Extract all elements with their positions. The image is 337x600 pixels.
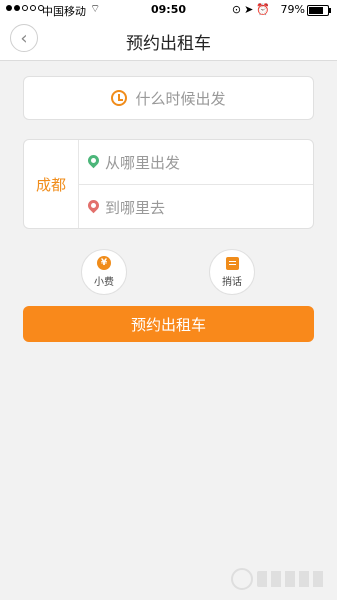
destination-pin-icon: [85, 197, 102, 215]
battery-percent: 79%: [280, 3, 305, 16]
departure-time-label: 什么时候出发: [135, 89, 226, 108]
note-icon: [225, 256, 239, 270]
page-title: 预约出租车: [126, 34, 211, 54]
to-location-placeholder: 到哪里去: [105, 198, 166, 217]
from-location-field[interactable]: 从哪里出发: [78, 140, 313, 185]
start-pin-icon: [85, 152, 102, 170]
tip-label: 小费: [94, 277, 114, 288]
battery-icon: [307, 5, 331, 16]
nav-bar: ‹ 预约出租车: [0, 20, 337, 61]
watermark-badge-icon: [231, 568, 253, 590]
to-location-field[interactable]: 到哪里去: [78, 185, 313, 229]
message-label: 捎话: [222, 276, 242, 288]
yen-icon: ¥: [97, 256, 111, 270]
route-card: 成都 从哪里出发 到哪里去: [23, 139, 314, 229]
tip-button[interactable]: ¥ 小费: [81, 249, 127, 295]
watermark-logo: [231, 568, 327, 590]
battery-fill: [309, 7, 323, 14]
clock-icon: [111, 90, 128, 106]
book-taxi-button[interactable]: 预约出租车: [23, 306, 314, 342]
watermark-text: [257, 571, 327, 587]
from-location-placeholder: 从哪里出发: [105, 153, 181, 172]
status-icons: ⊙➤⏰: [231, 3, 273, 16]
city-selector[interactable]: 成都: [24, 140, 79, 228]
status-bar: 中国移动 ⌔ 09:50 ⊙➤⏰ 79%: [0, 0, 337, 20]
departure-time-picker[interactable]: 什么时候出发: [23, 76, 314, 120]
message-button[interactable]: 捎话: [209, 249, 255, 295]
